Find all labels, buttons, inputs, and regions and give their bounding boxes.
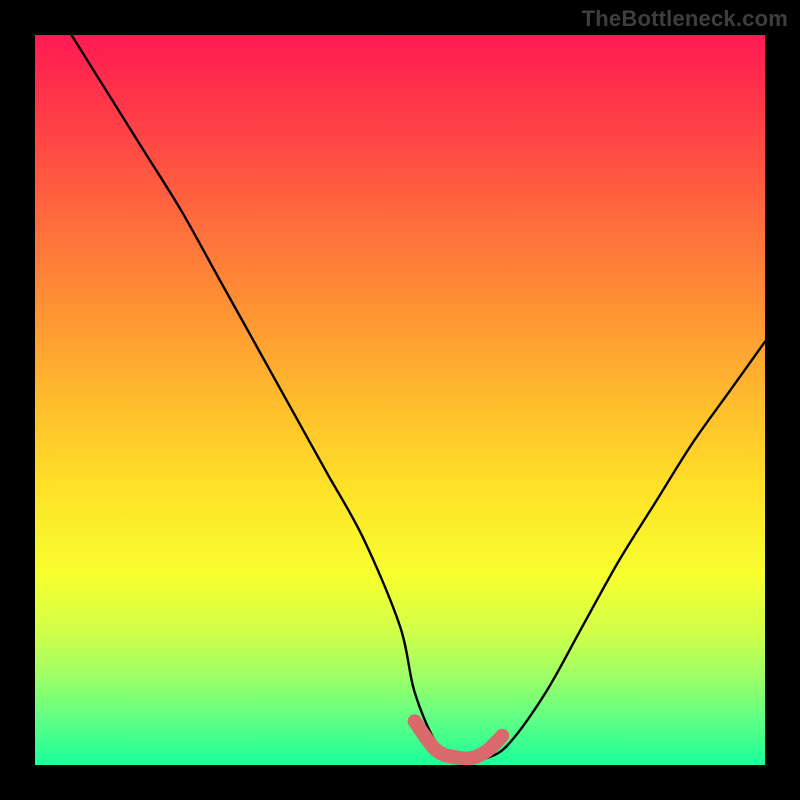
- plot-area: [35, 35, 765, 765]
- bottleneck-curve-path: [72, 35, 766, 759]
- chart-frame: TheBottleneck.com: [0, 0, 800, 800]
- watermark-text: TheBottleneck.com: [582, 6, 788, 32]
- curve-svg: [35, 35, 765, 765]
